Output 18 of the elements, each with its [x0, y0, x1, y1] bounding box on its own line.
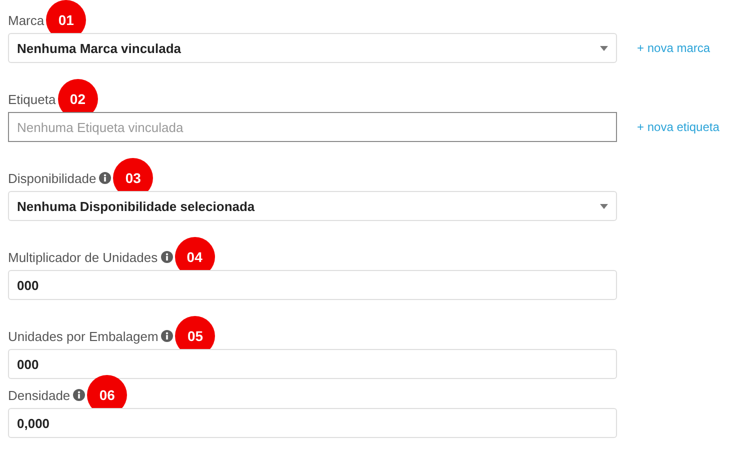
field-label: Unidades por Embalagem — [8, 328, 158, 344]
info-icon[interactable] — [99, 172, 112, 184]
input-field[interactable]: 000 — [8, 349, 617, 379]
field-label: Disponibilidade — [8, 170, 96, 186]
input-field[interactable]: 0,000 — [8, 408, 617, 438]
field-label: Multiplicador de Unidades — [8, 250, 158, 264]
caret-icon — [600, 204, 608, 208]
select-field[interactable]: Nenhuma Marca vinculada — [8, 33, 617, 63]
select-field[interactable]: Nenhuma Disponibilidade selecionada — [8, 191, 617, 221]
info-icon[interactable] — [161, 330, 174, 342]
input-field[interactable]: 000 — [8, 270, 617, 300]
input-field[interactable]: Nenhuma Etiqueta vinculada — [8, 112, 617, 142]
caret-icon — [600, 46, 608, 50]
field-label: Marca — [8, 12, 44, 28]
info-icon[interactable] — [160, 251, 173, 263]
info-icon[interactable] — [73, 389, 86, 401]
field-label: Densidade — [8, 388, 70, 402]
field-label: Etiqueta — [8, 92, 56, 106]
